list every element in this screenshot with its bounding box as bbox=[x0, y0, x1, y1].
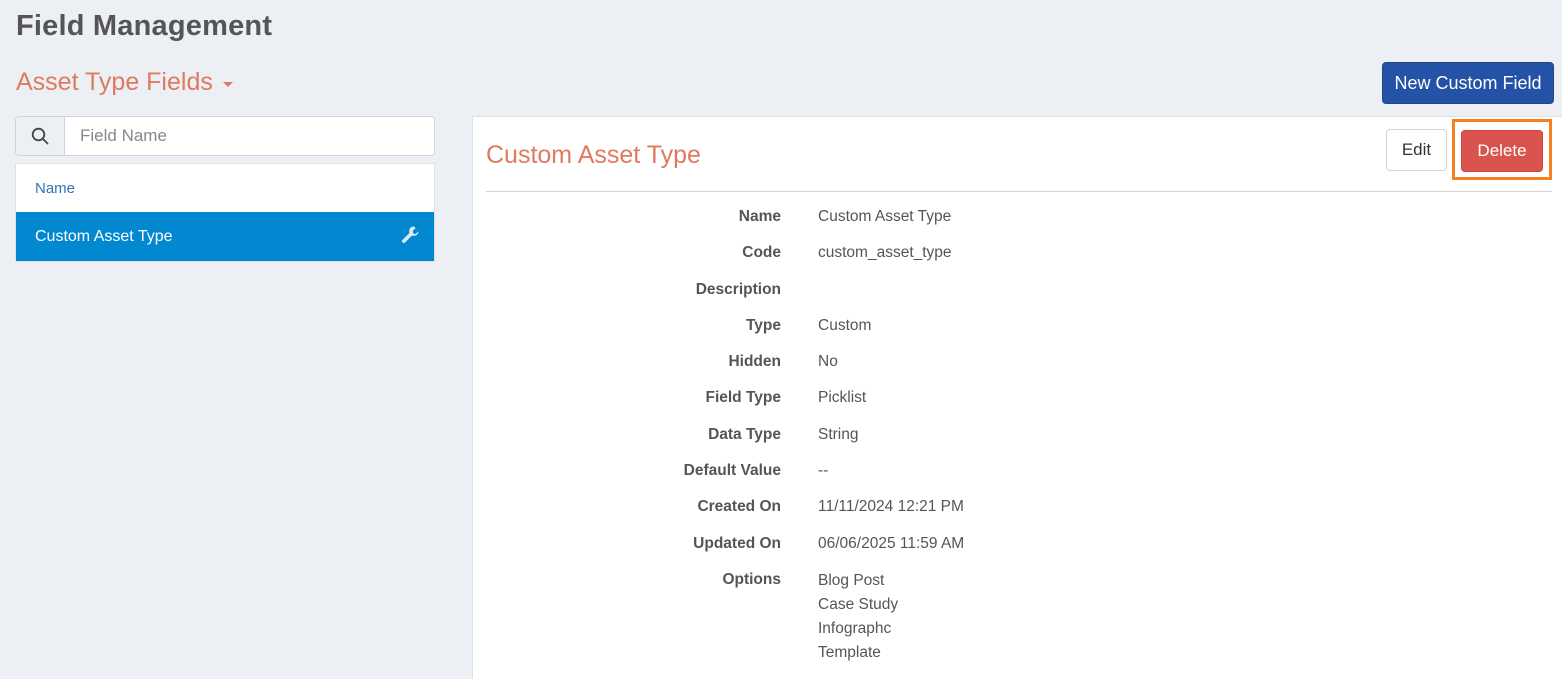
new-custom-field-button[interactable]: New Custom Field bbox=[1382, 62, 1554, 104]
row-label: Default Value bbox=[683, 462, 781, 480]
asset-type-fields-dropdown[interactable]: Asset Type Fields bbox=[16, 68, 233, 97]
list-item[interactable]: Custom Asset Type bbox=[16, 212, 434, 261]
row-label: Description bbox=[695, 280, 781, 298]
caret-down-icon bbox=[222, 82, 233, 87]
delete-button[interactable]: Delete bbox=[1461, 130, 1543, 172]
detail-row-options: Options Blog Post Case Study Infographc … bbox=[473, 569, 1562, 665]
row-label: Type bbox=[745, 316, 781, 334]
section-title: Asset Type Fields bbox=[16, 68, 213, 96]
detail-row-code: Code custom_asset_type bbox=[473, 242, 1562, 278]
row-label: Updated On bbox=[693, 534, 781, 552]
field-list: Name Custom Asset Type bbox=[15, 163, 435, 262]
detail-row-hidden: Hidden No bbox=[473, 351, 1562, 387]
row-value: Custom Asset Type bbox=[818, 208, 952, 225]
row-label: Created On bbox=[697, 498, 781, 516]
search-icon bbox=[16, 117, 65, 155]
row-label: Name bbox=[738, 208, 781, 225]
row-value: Custom bbox=[818, 316, 872, 334]
detail-rows: Name Custom Asset Type Code custom_asset… bbox=[473, 206, 1562, 665]
detail-row-created-on: Created On 11/11/2024 12:21 PM bbox=[473, 496, 1562, 532]
option-item: Blog Post bbox=[818, 571, 885, 589]
row-value: 06/06/2025 11:59 AM bbox=[818, 534, 965, 552]
edit-button[interactable]: Edit bbox=[1386, 129, 1447, 171]
detail-row-description: Description bbox=[473, 279, 1562, 315]
wrench-icon[interactable] bbox=[401, 225, 420, 249]
row-value: No bbox=[818, 353, 838, 371]
option-item: Template bbox=[818, 643, 881, 661]
detail-title: Custom Asset Type bbox=[486, 141, 701, 169]
option-item: Case Study bbox=[818, 595, 899, 613]
row-label: Hidden bbox=[728, 353, 781, 371]
row-value: 11/11/2024 12:21 PM bbox=[818, 498, 964, 516]
list-header-name[interactable]: Name bbox=[16, 164, 434, 212]
detail-row-updated-on: Updated On 06/06/2025 11:59 AM bbox=[473, 533, 1562, 569]
row-label: Field Type bbox=[705, 389, 781, 407]
row-value: Picklist bbox=[818, 389, 867, 407]
detail-row-type: Type Custom bbox=[473, 315, 1562, 351]
divider bbox=[486, 191, 1552, 192]
detail-row-default-value: Default Value -- bbox=[473, 460, 1562, 496]
list-item-label: Custom Asset Type bbox=[35, 227, 173, 245]
row-value: String bbox=[818, 425, 859, 443]
row-label: Code bbox=[742, 244, 781, 262]
row-label: Data Type bbox=[708, 425, 781, 443]
row-value: -- bbox=[818, 462, 829, 480]
page-title: Field Management bbox=[16, 10, 273, 42]
options-list: Blog Post Case Study Infographc Template bbox=[818, 569, 898, 665]
row-label: Options bbox=[722, 570, 781, 588]
field-detail-panel: Custom Asset Type Edit Delete Name Custo… bbox=[472, 116, 1562, 679]
field-name-search-input[interactable] bbox=[65, 117, 434, 155]
detail-row-field-type: Field Type Picklist bbox=[473, 387, 1562, 423]
row-value: custom_asset_type bbox=[818, 244, 952, 262]
detail-row-name: Name Custom Asset Type bbox=[473, 206, 1562, 242]
option-item: Infographc bbox=[818, 619, 892, 637]
delete-highlight: Delete bbox=[1452, 119, 1552, 180]
search-box bbox=[15, 116, 435, 156]
detail-row-data-type: Data Type String bbox=[473, 424, 1562, 460]
